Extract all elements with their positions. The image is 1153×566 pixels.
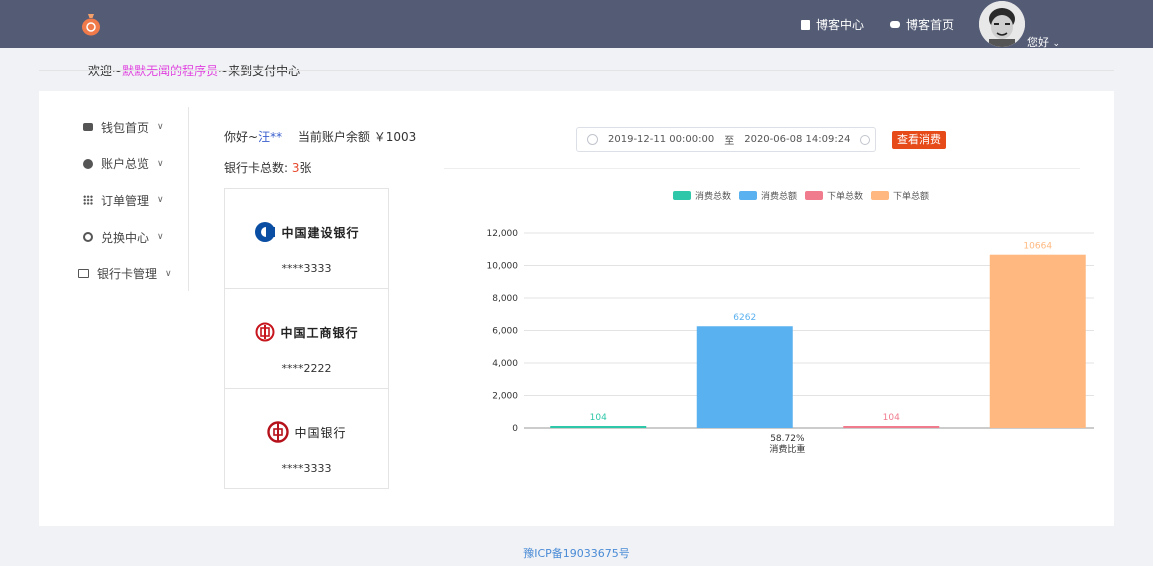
- greeting-text: 您好: [1027, 36, 1049, 49]
- sidebar-item-label: 银行卡管理: [97, 267, 158, 282]
- divider: [39, 70, 1114, 71]
- annotation-percent: 58.72%: [770, 434, 805, 444]
- card-count-label: 银行卡总数:: [224, 161, 292, 175]
- bank-card-list: 中国建设银行 ****3333 中国工商银行 ****2222 中国银行 ***…: [224, 188, 389, 489]
- sidebar-item-label: 订单管理: [101, 193, 150, 208]
- bar: [696, 326, 793, 428]
- icbc-logo: 中国工商银行: [245, 319, 369, 345]
- y-tick-label: 4,000: [492, 359, 518, 369]
- legend-label: 消费总额: [761, 190, 797, 202]
- chevron-down-icon: ∨: [157, 122, 164, 133]
- account-summary: 你好~汪** 当前账户余额 ￥1003: [224, 128, 416, 145]
- chevron-down-icon: ∨: [157, 232, 164, 243]
- nav-blog-home[interactable]: 博客首页: [890, 16, 954, 33]
- chevron-down-icon: ⌄: [1052, 39, 1061, 49]
- sidebar-item-account-overview[interactable]: 账户总览 ∨: [39, 146, 189, 183]
- bank-card-ccb[interactable]: 中国建设银行 ****3333: [224, 188, 389, 289]
- range-separator: 至: [724, 136, 735, 147]
- y-tick-label: 2,000: [492, 392, 518, 402]
- ccb-logo: 中国建设银行: [245, 219, 369, 245]
- card-count-value: 3: [291, 161, 300, 175]
- icbc-logo-icon: [255, 322, 275, 342]
- boc-logo: 中国银行: [245, 419, 369, 445]
- grid-icon: [83, 195, 93, 206]
- date-range-picker[interactable]: 2019-12-11 00:00:00 至 2020-06-08 14:09:2…: [576, 127, 876, 152]
- compass-icon: [83, 158, 93, 169]
- card-count-unit: 张: [299, 161, 312, 175]
- sidebar-item-exchange-center[interactable]: 兑换中心 ∨: [39, 219, 189, 256]
- bank-name: 中国工商银行: [280, 325, 359, 340]
- balance-value: ￥1003: [373, 130, 417, 144]
- y-tick-label: 10,000: [487, 262, 519, 272]
- hello-text: 你好~: [224, 130, 259, 144]
- avatar[interactable]: [979, 1, 1025, 47]
- user-menu[interactable]: 您好 ⌄: [1027, 34, 1060, 50]
- y-tick-label: 12,000: [487, 229, 519, 239]
- bar: [843, 426, 940, 428]
- nav-blog-center-label: 博客中心: [816, 18, 865, 32]
- end-date[interactable]: 2020-06-08 14:09:24: [744, 134, 850, 145]
- card-number: ****2222: [281, 362, 332, 375]
- top-navbar: 博客中心 博客首页 您好 ⌄: [0, 0, 1153, 50]
- sidebar-item-order-management[interactable]: 订单管理 ∨: [39, 182, 189, 219]
- sidebar-item-label: 账户总览: [101, 157, 150, 172]
- bookmark-icon: [801, 19, 810, 30]
- user-name: 汪**: [258, 130, 283, 144]
- welcome-suffix: ~来到支付中心: [218, 64, 301, 78]
- legend-swatch: [805, 191, 823, 200]
- chevron-down-icon: ∨: [157, 158, 164, 169]
- exchange-icon: [83, 232, 93, 243]
- nav-blog-home-label: 博客首页: [906, 18, 955, 32]
- money-bag-logo-icon[interactable]: [81, 12, 101, 36]
- main-panel: 钱包首页 ∨ 账户总览 ∨ 订单管理 ∨ 兑换中心 ∨ 银行卡管理 ∨ 你好~汪…: [39, 91, 1114, 526]
- robot-icon: [890, 21, 900, 28]
- chevron-down-icon: ∨: [157, 195, 164, 206]
- legend-label: 下单总额: [893, 190, 929, 202]
- bank-name: 中国银行: [294, 425, 347, 440]
- bar: [550, 426, 647, 428]
- welcome-username: 默默无闻的程序员: [122, 64, 219, 78]
- balance-label: 当前账户余额: [297, 130, 370, 144]
- nav-blog-center[interactable]: 博客中心: [801, 16, 864, 33]
- legend-swatch: [871, 191, 889, 200]
- consumption-chart: 消费总数 消费总额 下单总数 下单总额 0 2,000 4,000 6,000 8,000 10,…: [487, 190, 1094, 455]
- sidebar-menu: 钱包首页 ∨ 账户总览 ∨ 订单管理 ∨ 兑换中心 ∨ 银行卡管理 ∨: [39, 109, 189, 292]
- sidebar-item-label: 钱包首页: [101, 120, 150, 135]
- boc-logo-icon: [267, 421, 290, 443]
- sidebar-item-wallet-home[interactable]: 钱包首页 ∨: [39, 109, 189, 146]
- y-tick-label: 8,000: [492, 294, 518, 304]
- clear-icon[interactable]: [860, 134, 871, 145]
- y-tick-label: 6,000: [492, 327, 518, 337]
- card-count: 银行卡总数: 3张: [224, 159, 312, 176]
- card-number: ****3333: [281, 462, 332, 475]
- clock-icon: [587, 134, 598, 145]
- bar: [989, 254, 1086, 428]
- start-date[interactable]: 2019-12-11 00:00:00: [608, 134, 714, 145]
- menu-divider: [188, 107, 189, 291]
- bar-value-label: 6262: [733, 313, 756, 323]
- wallet-icon: [83, 123, 93, 132]
- bar-value-label: 10664: [1023, 242, 1052, 252]
- legend-label: 下单总数: [827, 190, 863, 202]
- view-consumption-button[interactable]: 查看消费: [892, 131, 946, 149]
- bank-name: 中国建设银行: [281, 225, 360, 240]
- card-icon: [78, 269, 89, 279]
- y-tick-label: 0: [512, 424, 518, 434]
- legend-swatch: [673, 191, 691, 200]
- ccb-logo-icon: [255, 222, 276, 242]
- bar-value-label: 104: [883, 413, 900, 423]
- bank-card-boc[interactable]: 中国银行 ****3333: [224, 388, 389, 489]
- annotation-label: 消费比重: [769, 443, 805, 455]
- bank-card-icbc[interactable]: 中国工商银行 ****2222: [224, 288, 389, 389]
- icp-link[interactable]: 豫ICP备19033675号: [0, 545, 1153, 561]
- card-number: ****3333: [281, 262, 332, 275]
- sidebar-item-card-management[interactable]: 银行卡管理 ∨: [39, 255, 189, 292]
- bar-value-label: 104: [590, 413, 607, 423]
- sidebar-item-label: 兑换中心: [101, 230, 150, 245]
- legend-swatch: [739, 191, 757, 200]
- welcome-prefix: 欢迎~: [88, 64, 123, 78]
- legend-label: 消费总数: [695, 190, 731, 202]
- chart-divider: [444, 168, 1080, 169]
- chevron-down-icon: ∨: [165, 268, 172, 279]
